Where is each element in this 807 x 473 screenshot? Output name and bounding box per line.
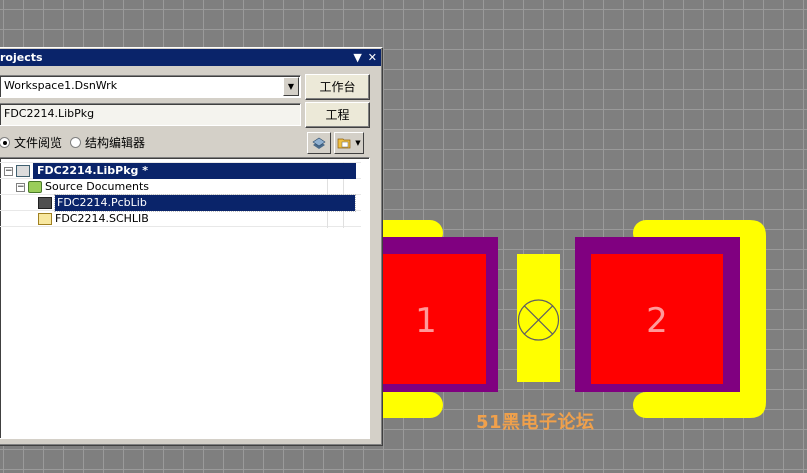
panel-titlebar: rojects ▼ ✕	[0, 49, 381, 66]
tree-item-project[interactable]: − FDC2214.LibPkg *	[4, 163, 356, 179]
compile-tool-button[interactable]	[307, 132, 331, 154]
structure-editor-label[interactable]: 结构编辑器	[85, 134, 145, 151]
chevron-down-icon[interactable]: ▼	[283, 77, 299, 96]
projects-panel: rojects ▼ ✕ Workspace1.DsnWrk ▼ 工作台 FDC2…	[0, 47, 383, 446]
pad-1-designator: 1	[415, 301, 437, 341]
collapse-icon[interactable]: −	[4, 166, 13, 176]
forum-watermark: 51黑电子论坛	[476, 412, 595, 433]
open-folder-tool-button[interactable]: ▼	[334, 132, 364, 154]
caret-down-icon: ▼	[355, 139, 361, 147]
pcb-library-icon	[38, 197, 52, 209]
pad-1[interactable]: 1	[372, 237, 498, 392]
component-body	[517, 254, 560, 382]
tree-item-schlib[interactable]: FDC2214.SCHLIB	[38, 211, 149, 227]
folder-icon	[28, 181, 42, 193]
project-button[interactable]: 工程	[305, 102, 370, 128]
project-field[interactable]: FDC2214.LibPkg	[0, 103, 301, 126]
library-package-icon	[16, 165, 30, 177]
open-folder-icon	[337, 138, 351, 149]
file-view-radio[interactable]	[0, 136, 10, 148]
file-view-label[interactable]: 文件阅览	[14, 134, 62, 151]
schematic-library-icon	[38, 213, 52, 225]
tree-item-label: Source Documents	[45, 180, 149, 193]
panel-title: rojects	[0, 51, 43, 64]
collapse-icon[interactable]: −	[16, 182, 25, 192]
structure-editor-radio[interactable]	[70, 136, 82, 148]
tree-item-pcblib[interactable]: FDC2214.PcbLib	[38, 194, 356, 212]
tree-item-label: FDC2214.PcbLib	[54, 194, 356, 212]
panel-close-icon[interactable]: ✕	[368, 49, 377, 66]
tree-item-source-documents[interactable]: − Source Documents	[16, 179, 149, 195]
workspace-button[interactable]: 工作台	[305, 74, 370, 100]
tree-item-label: FDC2214.SCHLIB	[55, 212, 149, 225]
tree-item-label: FDC2214.LibPkg *	[33, 163, 356, 179]
project-tree[interactable]: − FDC2214.LibPkg * − Source Documents FD…	[0, 157, 370, 439]
workspace-select-value: Workspace1.DsnWrk	[4, 79, 118, 92]
workspace-select[interactable]: Workspace1.DsnWrk ▼	[0, 75, 301, 98]
panel-menu-icon[interactable]: ▼	[353, 49, 361, 66]
project-field-value: FDC2214.LibPkg	[4, 107, 95, 120]
pad-2[interactable]: 2	[575, 237, 740, 392]
compile-icon	[312, 137, 326, 149]
view-mode-options: 文件阅览 结构编辑器	[0, 134, 153, 150]
pad-2-designator: 2	[646, 301, 668, 341]
